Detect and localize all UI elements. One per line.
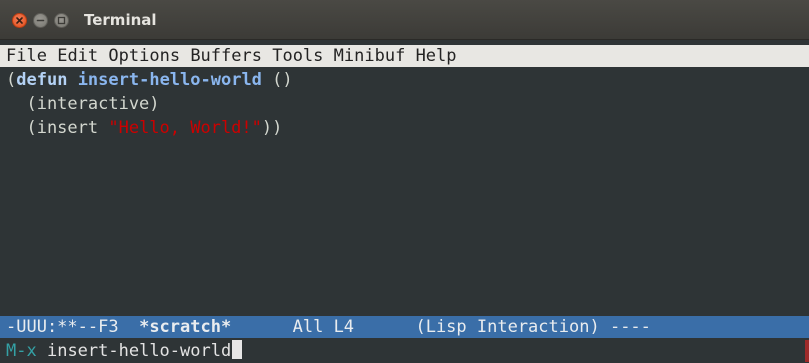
string-literal: "Hello, World!"	[108, 118, 262, 138]
mode-line: -UUU:**--F3 *scratch* All L4 (Lisp Inter…	[0, 316, 809, 338]
terminal-window: Terminal File Edit Options Buffers Tools…	[0, 0, 809, 363]
title-bar: Terminal	[0, 0, 809, 40]
modeline-trail: ----	[609, 317, 651, 337]
minimize-button[interactable]	[33, 13, 48, 28]
minimize-icon	[36, 19, 45, 22]
fringe-marker	[805, 340, 809, 362]
major-mode[interactable]: (Lisp Interaction)	[415, 317, 599, 337]
insert-call: (insert	[6, 118, 109, 138]
defun-keyword: defun	[16, 70, 68, 90]
editor-buffer[interactable]: (defun insert-hello-world () (interactiv…	[0, 68, 809, 314]
close-icon	[16, 17, 23, 24]
menu-buffers[interactable]: Buffers	[190, 46, 262, 66]
menu-help[interactable]: Help	[416, 46, 457, 66]
text-cursor	[232, 340, 243, 359]
menu-minibuf[interactable]: Minibuf	[334, 46, 406, 66]
window-title: Terminal	[84, 11, 157, 29]
buffer-position: All L4	[292, 317, 355, 337]
buffer-name[interactable]: *scratch*	[139, 317, 231, 337]
minibuffer[interactable]: M-x insert-hello-world	[0, 339, 809, 363]
close-button[interactable]	[12, 13, 27, 28]
menu-bar: File Edit Options Buffers Tools Minibuf …	[0, 45, 809, 67]
arg-list: ()	[261, 70, 293, 90]
closing-parens: ))	[261, 118, 283, 138]
menu-options[interactable]: Options	[108, 46, 180, 66]
open-paren: (	[6, 70, 17, 90]
code-line-1: (defun insert-hello-world ()	[6, 68, 809, 92]
code-line-3: (insert "Hello, World!"))	[6, 116, 809, 140]
maximize-icon	[57, 16, 66, 25]
menu-tools[interactable]: Tools	[272, 46, 323, 66]
minibuffer-input[interactable]: insert-hello-world	[47, 341, 231, 361]
maximize-button[interactable]	[54, 13, 69, 28]
menu-edit[interactable]: Edit	[57, 46, 98, 66]
menu-file[interactable]: File	[6, 46, 47, 66]
function-name: insert-hello-world	[77, 70, 262, 90]
buffer-status: -UUU:**--F3	[6, 317, 119, 337]
minibuffer-prompt: M-x	[6, 341, 37, 361]
code-line-2: (interactive)	[6, 94, 160, 114]
